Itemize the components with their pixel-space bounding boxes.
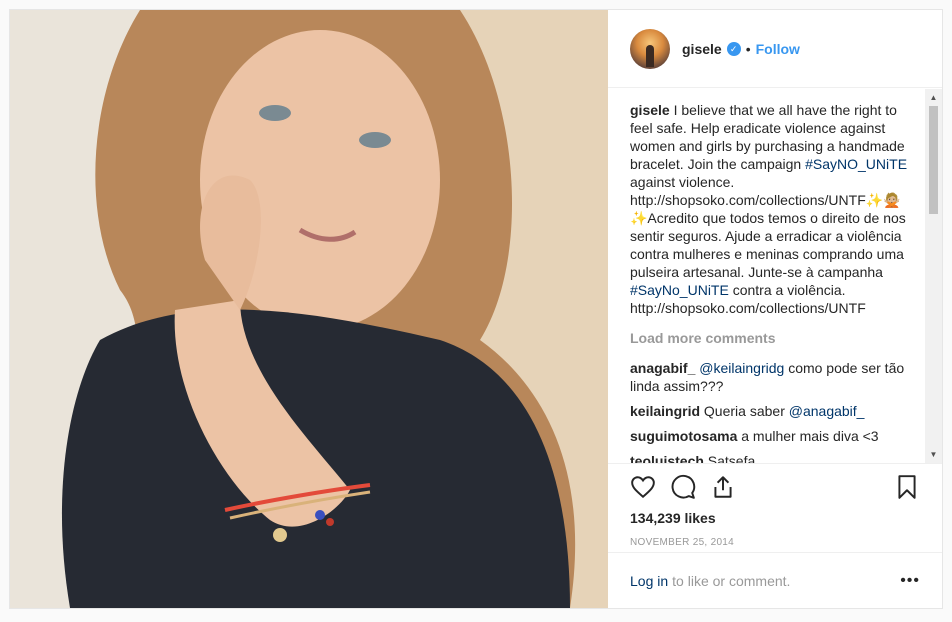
more-options-icon[interactable]: ••• xyxy=(900,572,920,590)
comment-username[interactable]: teoluistech xyxy=(630,453,704,463)
verified-badge-icon: ✓ xyxy=(726,41,741,56)
caption-hashtag-2[interactable]: #SayNo_UNiTE xyxy=(630,282,729,298)
likes-count[interactable]: 134,239 likes xyxy=(630,510,920,526)
action-icons-row xyxy=(630,464,920,510)
heart-icon[interactable] xyxy=(630,474,656,500)
header-username[interactable]: gisele xyxy=(682,41,722,57)
comment-text: Satsefa xyxy=(707,453,756,463)
scroll-down-arrow-icon[interactable]: ▼ xyxy=(925,446,942,463)
post-header: gisele ✓ • Follow xyxy=(608,10,942,88)
comment-item: suguimotosama a mulher mais diva <3 xyxy=(630,427,920,445)
caption-text-3: ✨Acredito que todos temos o direito de n… xyxy=(630,210,906,280)
comment-mention[interactable]: @anagabif_ xyxy=(789,403,865,419)
comment-text: Queria saber xyxy=(703,403,785,419)
avatar[interactable] xyxy=(630,28,670,69)
comment-item: keilaingrid Queria saber @anagabif_ xyxy=(630,402,920,420)
comments-scrollbar[interactable]: ▲ ▼ xyxy=(925,89,942,463)
caption-text-2: against violence. http://shopsoko.com/co… xyxy=(630,174,901,208)
comment-username[interactable]: keilaingrid xyxy=(630,403,700,419)
header-separator: • xyxy=(745,40,751,57)
post-date: NOVEMBER 25, 2014 xyxy=(630,537,735,548)
comment-text: a mulher mais diva <3 xyxy=(741,428,879,444)
login-link[interactable]: Log in xyxy=(630,573,668,589)
load-more-comments-button[interactable]: Load more comments xyxy=(630,329,920,347)
post-container: gisele ✓ • Follow gisele I believe that … xyxy=(9,9,943,609)
comments-panel[interactable]: gisele I believe that we all have the ri… xyxy=(608,89,942,463)
post-sidebar: gisele ✓ • Follow gisele I believe that … xyxy=(608,10,942,608)
comment-item: anagabif_ @keilaingridg como pode ser tã… xyxy=(630,359,920,395)
caption-hashtag-1[interactable]: #SayNO_UNiTE xyxy=(805,156,907,172)
share-icon[interactable] xyxy=(710,474,736,500)
follow-button[interactable]: Follow xyxy=(756,41,800,57)
bookmark-icon[interactable] xyxy=(894,474,920,500)
comment-mention[interactable]: @keilaingridg xyxy=(699,360,784,376)
scroll-up-arrow-icon[interactable]: ▲ xyxy=(925,89,942,106)
comment-item: teoluistech Satsefa xyxy=(630,452,920,463)
comment-username[interactable]: suguimotosama xyxy=(630,428,737,444)
photo-illustration xyxy=(10,10,608,608)
caption-username[interactable]: gisele xyxy=(630,102,670,118)
comment-icon[interactable] xyxy=(670,474,696,500)
post-caption: gisele I believe that we all have the ri… xyxy=(630,101,920,317)
login-bar: Log in to like or comment. ••• xyxy=(608,552,942,608)
post-photo[interactable] xyxy=(10,10,608,608)
post-actions: 134,239 likes NOVEMBER 25, 2014 xyxy=(608,463,942,548)
scrollbar-thumb[interactable] xyxy=(929,106,938,214)
login-prompt-text: to like or comment. xyxy=(672,572,791,589)
comment-username[interactable]: anagabif_ xyxy=(630,360,695,376)
